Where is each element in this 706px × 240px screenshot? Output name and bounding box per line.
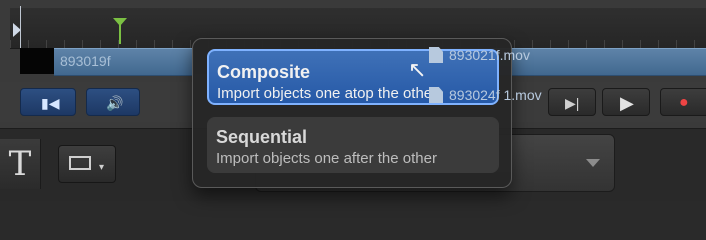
clip-label: 893019f xyxy=(60,53,111,69)
file-icon xyxy=(429,47,443,63)
chevron-down-icon: ▾ xyxy=(99,162,105,173)
dragged-file-1-label: 893021f.mov xyxy=(449,47,530,63)
sequential-title: Sequential xyxy=(216,127,308,147)
panel-toggle-icon: ▮◀ xyxy=(41,95,60,111)
speaker-icon: 🔊 xyxy=(106,95,124,111)
dragged-file-2-label: 893024f 1.mov xyxy=(449,87,542,103)
dropdown-arrow-icon xyxy=(586,159,600,167)
track-thumbnail xyxy=(20,48,54,74)
marker-flag[interactable] xyxy=(113,18,127,44)
dragged-file-2: 893024f 1.mov xyxy=(429,87,542,103)
playhead-line xyxy=(20,6,21,48)
toggle-inspector-button[interactable]: ▮◀ xyxy=(20,88,76,116)
audio-button[interactable]: 🔊 xyxy=(86,88,140,116)
record-icon: ● xyxy=(679,94,689,111)
pointer-cursor-icon: ↖ xyxy=(408,57,427,82)
file-icon xyxy=(429,87,443,103)
marker-flag-stem xyxy=(119,24,121,44)
dragged-file-1: 893021f.mov xyxy=(429,47,530,63)
play-icon: ▶ xyxy=(620,93,634,113)
step-forward-icon: ▶| xyxy=(565,95,580,111)
import-mode-popover: Composite Import objects one atop the ot… xyxy=(192,38,542,188)
sequential-subtitle: Import objects one after the other xyxy=(216,150,437,167)
shape-tool-button[interactable]: ▾ xyxy=(58,145,116,183)
sequential-option[interactable]: Sequential Import objects one after the … xyxy=(207,117,499,173)
text-tool-button[interactable]: T xyxy=(0,139,41,189)
record-button[interactable]: ● xyxy=(660,88,706,116)
composite-title: Composite xyxy=(217,62,311,82)
rectangle-icon xyxy=(69,156,91,170)
play-button[interactable]: ▶ xyxy=(602,88,650,116)
clip-893019f[interactable]: 893019f xyxy=(54,48,194,76)
composite-subtitle: Import objects one atop the other xyxy=(217,85,438,102)
next-frame-button[interactable]: ▶| xyxy=(548,88,596,116)
